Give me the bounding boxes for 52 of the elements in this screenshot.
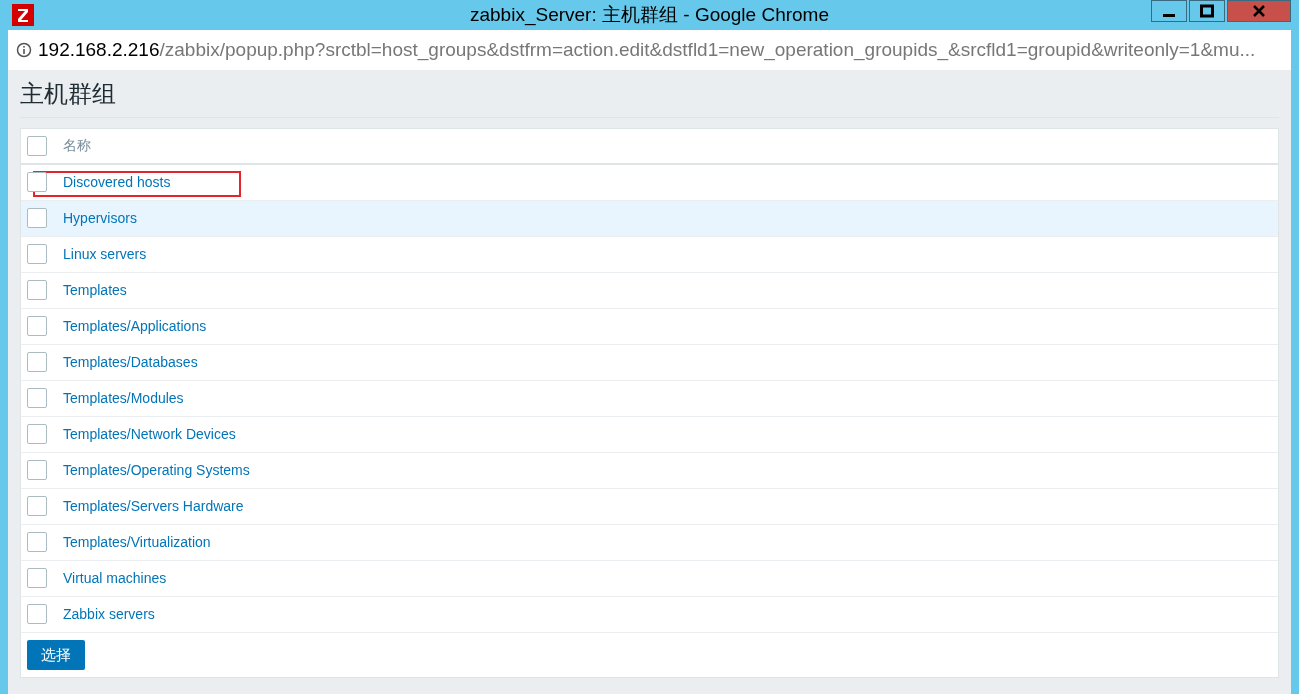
row-checkbox[interactable] — [27, 352, 47, 373]
table-row[interactable]: Discovered hosts — [21, 164, 1278, 201]
table-row[interactable]: Virtual machines — [21, 560, 1278, 597]
maximize-button[interactable] — [1189, 0, 1225, 22]
close-button[interactable] — [1227, 0, 1291, 22]
host-group-link[interactable]: Discovered hosts — [63, 171, 171, 193]
host-group-link[interactable]: Templates/Servers Hardware — [63, 495, 244, 517]
close-icon — [1252, 4, 1266, 18]
row-checkbox[interactable] — [27, 388, 47, 409]
host-group-link[interactable]: Templates/Operating Systems — [63, 459, 250, 481]
column-header: 名称 — [63, 136, 91, 156]
row-checkbox[interactable] — [27, 460, 47, 481]
table-row[interactable]: Hypervisors — [21, 200, 1278, 237]
row-checkbox[interactable] — [27, 280, 47, 301]
host-group-link[interactable]: Templates/Databases — [63, 351, 198, 373]
host-group-link[interactable]: Zabbix servers — [63, 603, 155, 625]
host-group-link[interactable]: Virtual machines — [63, 567, 167, 589]
table-row[interactable]: Zabbix servers — [21, 596, 1278, 633]
table-row[interactable]: Templates/Databases — [21, 344, 1278, 381]
table-row[interactable]: Linux servers — [21, 236, 1278, 273]
app-logo-icon — [12, 4, 34, 26]
window-title: zabbix_Server: 主机群组 - Google Chrome — [470, 3, 829, 28]
host-group-link[interactable]: Hypervisors — [63, 207, 137, 229]
row-checkbox[interactable] — [27, 208, 47, 229]
row-checkbox[interactable] — [27, 568, 47, 589]
maximize-icon — [1200, 4, 1214, 18]
host-group-link[interactable]: Templates/Virtualization — [63, 531, 211, 553]
host-group-link[interactable]: Templates/Applications — [63, 315, 207, 337]
row-checkbox[interactable] — [27, 604, 47, 625]
row-checkbox[interactable] — [27, 244, 47, 265]
select-all-checkbox[interactable] — [27, 135, 47, 156]
host-group-link[interactable]: Templates/Modules — [63, 387, 184, 409]
minimize-icon — [1163, 13, 1175, 17]
row-checkbox[interactable] — [27, 316, 47, 337]
minimize-button[interactable] — [1151, 0, 1187, 22]
table-row[interactable]: Templates/Modules — [21, 380, 1278, 417]
table-row[interactable]: Templates/Operating Systems — [21, 452, 1278, 489]
page-title: 主机群组 — [20, 80, 1279, 118]
row-checkbox[interactable] — [27, 496, 47, 517]
table-row[interactable]: Templates/Network Devices — [21, 416, 1278, 453]
host-group-link[interactable]: Templates/Network Devices — [63, 423, 236, 445]
host-group-link[interactable]: Templates — [63, 279, 127, 301]
row-checkbox[interactable] — [27, 532, 47, 553]
table-row[interactable]: Templates/Servers Hardware — [21, 488, 1278, 525]
table-row[interactable]: Templates/Virtualization — [21, 524, 1278, 561]
row-checkbox[interactable] — [27, 172, 47, 193]
host-group-link[interactable]: Linux servers — [63, 243, 147, 265]
row-checkbox[interactable] — [27, 424, 47, 445]
info-icon[interactable] — [16, 42, 32, 58]
table-row[interactable]: Templates — [21, 272, 1278, 309]
select-button[interactable]: 选择 — [27, 639, 85, 671]
table-row[interactable]: Templates/Applications — [21, 308, 1278, 345]
